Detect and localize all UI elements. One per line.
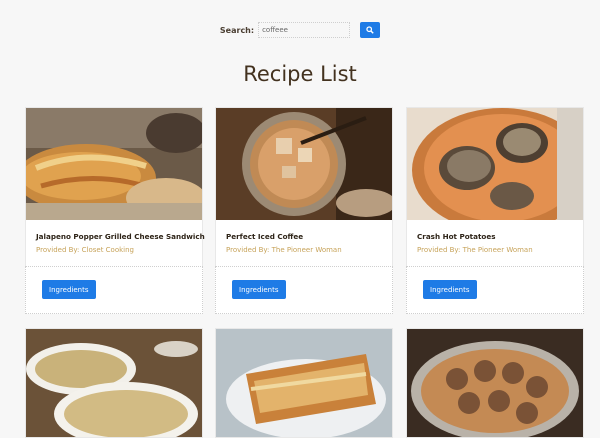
recipe-card: Crash Hot Potatoes Provided By: The Pion… [406, 107, 584, 314]
ingredients-button[interactable]: Ingredients [232, 280, 286, 299]
ingredients-button[interactable]: Ingredients [423, 280, 477, 299]
card-footer: Ingredients [25, 266, 203, 314]
recipe-provider: Provided By: Closet Cooking [36, 246, 134, 254]
recipe-image[interactable] [26, 108, 202, 220]
card-footer: Ingredients [215, 266, 393, 314]
recipe-card [25, 328, 203, 438]
recipe-provider: Provided By: The Pioneer Woman [417, 246, 533, 254]
recipe-image[interactable] [216, 108, 392, 220]
search-button[interactable] [360, 22, 381, 38]
search-input[interactable] [258, 22, 351, 38]
recipe-card: Jalapeno Popper Grilled Cheese Sandwich … [25, 107, 205, 314]
recipe-title: Crash Hot Potatoes [417, 232, 496, 241]
card-footer: Ingredients [406, 266, 584, 314]
recipe-card: Perfect Iced Coffee Provided By: The Pio… [215, 107, 393, 314]
recipe-image[interactable] [26, 329, 202, 438]
search-icon [366, 26, 374, 34]
recipe-image[interactable] [407, 329, 583, 438]
page-title: Recipe List [243, 62, 357, 86]
recipe-provider: Provided By: The Pioneer Woman [226, 246, 342, 254]
recipe-image[interactable] [407, 108, 583, 220]
search-label: Search: [219, 25, 255, 35]
recipe-title: Perfect Iced Coffee [226, 232, 304, 241]
search-bar: Search: [0, 22, 600, 38]
recipe-image[interactable] [216, 329, 392, 438]
recipe-card [406, 328, 584, 438]
recipe-title: Jalapeno Popper Grilled Cheese Sandwich [36, 232, 205, 241]
recipe-card [215, 328, 393, 438]
ingredients-button[interactable]: Ingredients [42, 280, 96, 299]
